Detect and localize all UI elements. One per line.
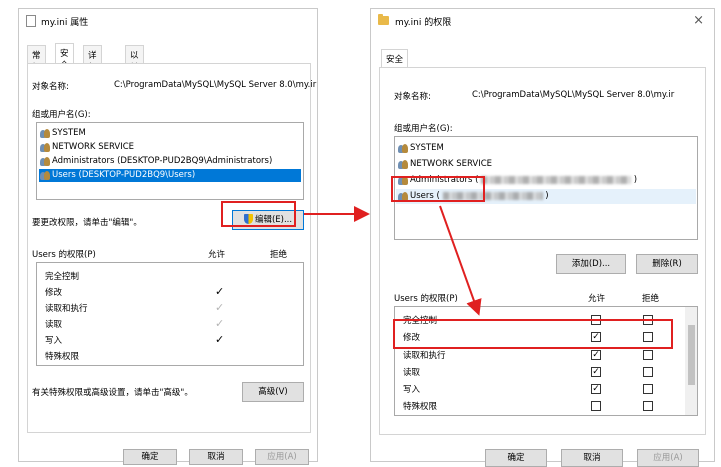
screenshot-canvas: my.ini 属性 常规 安全 详细信息 以前的版本 对象名称: C:\Prog… — [0, 0, 721, 467]
annotation-arrows — [304, 205, 482, 316]
arrow-to-modify-row — [439, 205, 482, 316]
